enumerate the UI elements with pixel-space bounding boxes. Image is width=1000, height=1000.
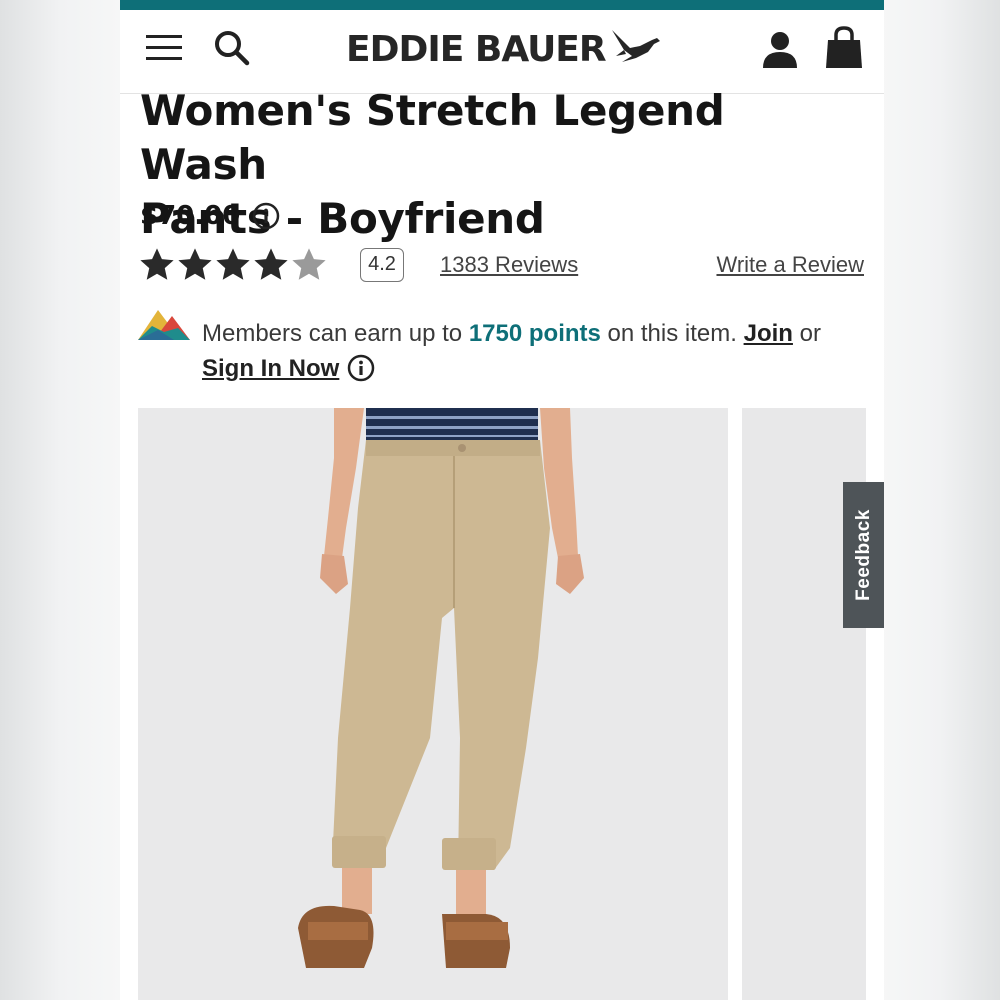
product-photo-illustration xyxy=(298,408,584,968)
star-filled-icon xyxy=(178,248,212,280)
mountains-rewards-icon xyxy=(138,310,190,340)
product-price: $70.00 xyxy=(140,201,241,231)
feedback-label: Feedback xyxy=(852,509,874,601)
rewards-info-icon[interactable] xyxy=(347,354,375,382)
brand-logo[interactable]: EDDIE BAUER xyxy=(346,24,662,74)
rewards-points: 1750 points xyxy=(468,320,601,347)
site-header: EDDIE BAUER xyxy=(120,10,884,94)
star-filled-icon xyxy=(216,248,250,280)
shopping-bag-icon[interactable] xyxy=(824,26,864,70)
write-review-link[interactable]: Write a Review xyxy=(716,252,864,278)
goose-logo-icon xyxy=(611,30,660,62)
star-rating[interactable] xyxy=(138,246,328,284)
rewards-message: Members can earn up to 1750 points on th… xyxy=(202,316,882,386)
sign-in-link[interactable]: Sign In Now xyxy=(202,355,339,382)
top-accent-bar xyxy=(120,0,884,10)
star-empty-icon xyxy=(292,248,326,280)
feedback-tab[interactable]: Feedback xyxy=(843,482,884,628)
star-filled-icon xyxy=(254,248,288,280)
search-icon[interactable] xyxy=(212,28,252,68)
price-row: $70.00 xyxy=(140,198,280,234)
reviews-link[interactable]: 1383 Reviews xyxy=(440,252,578,278)
rating-value-badge: 4.2 xyxy=(360,248,404,282)
info-icon[interactable] xyxy=(252,202,280,230)
rewards-text-after: on this item. xyxy=(600,320,744,347)
khaki-pants-model-photo[interactable] xyxy=(138,408,728,1000)
rewards-text-before: Members can earn up to xyxy=(202,320,469,347)
rewards-or: or xyxy=(792,320,821,347)
brand-name: EDDIE BAUER xyxy=(346,28,607,70)
star-filled-icon xyxy=(140,248,174,280)
user-account-icon[interactable] xyxy=(760,30,800,70)
join-link[interactable]: Join xyxy=(744,320,793,347)
product-page: EDDIE BAUER Women's Stretch Legend Wash … xyxy=(120,0,884,1000)
rating-row: 4.2 1383 Reviews Write a Review xyxy=(138,244,864,288)
hamburger-menu-icon[interactable] xyxy=(146,32,182,64)
product-title-line1: Women's Stretch Legend Wash xyxy=(140,86,725,189)
